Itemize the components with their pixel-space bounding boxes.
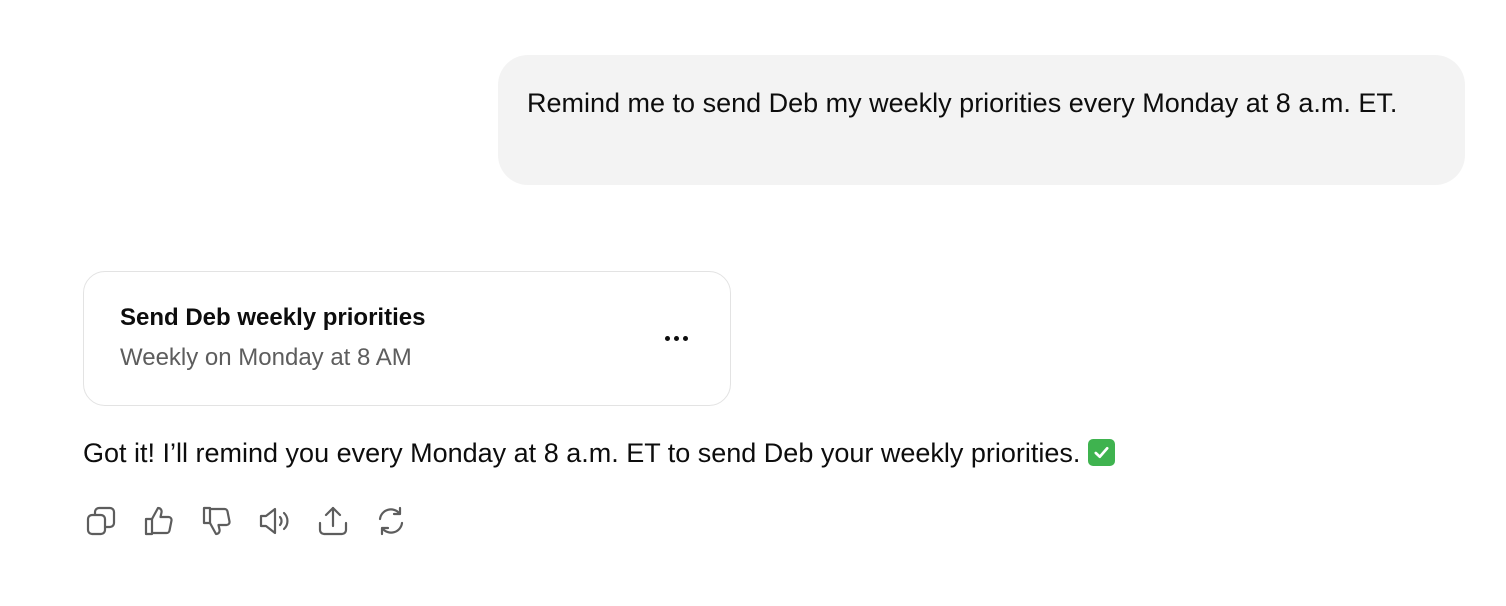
menu-dot xyxy=(664,335,670,341)
task-title: Send Deb weekly priorities xyxy=(120,304,426,331)
message-action-bar xyxy=(83,503,409,539)
regenerate-button[interactable] xyxy=(373,503,409,539)
menu-dot xyxy=(673,335,679,341)
read-aloud-button[interactable] xyxy=(257,503,293,539)
more-horizontal-icon[interactable] xyxy=(656,318,696,358)
thumbs-up-button[interactable] xyxy=(141,503,177,539)
thumbs-up-icon xyxy=(144,506,173,536)
reminder-task-card[interactable]: Send Deb weekly priorities Weekly on Mon… xyxy=(83,271,731,406)
task-schedule: Weekly on Monday at 8 AM xyxy=(120,344,412,371)
copy-button[interactable] xyxy=(83,503,119,539)
assistant-message-text: Got it! I’ll remind you every Monday at … xyxy=(83,438,1081,468)
assistant-message: Got it! I’ll remind you every Monday at … xyxy=(83,433,1116,473)
thumbs-down-icon xyxy=(202,506,231,536)
user-message-text: Remind me to send Deb my weekly prioriti… xyxy=(527,88,1398,118)
user-message-bubble: Remind me to send Deb my weekly prioriti… xyxy=(498,55,1465,185)
speaker-icon xyxy=(259,507,289,535)
share-icon xyxy=(318,506,348,536)
menu-dot xyxy=(682,335,688,341)
check-mark-button-icon xyxy=(1088,439,1116,466)
copy-icon xyxy=(86,506,116,536)
share-button[interactable] xyxy=(315,503,351,539)
thumbs-down-button[interactable] xyxy=(199,503,235,539)
refresh-icon xyxy=(378,506,404,536)
